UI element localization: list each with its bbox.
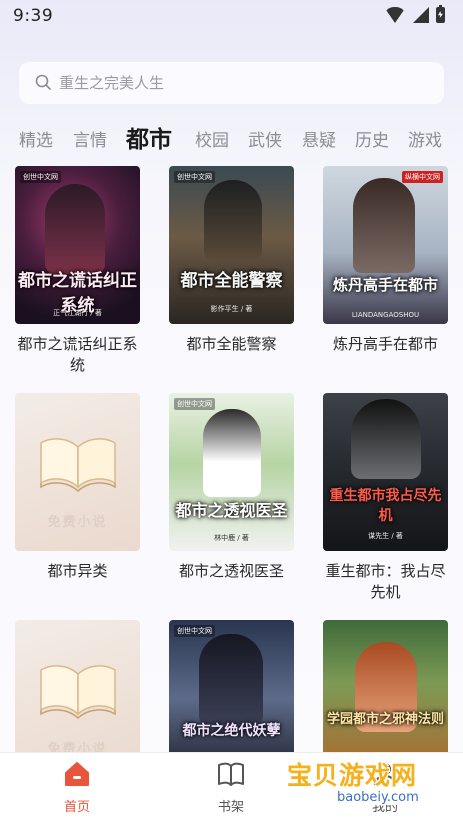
- tab-yanqing[interactable]: 言情: [73, 126, 107, 151]
- book-card[interactable]: 免费小说 都市异类: [15, 393, 140, 582]
- book-title: 都市之透视医圣: [178, 562, 284, 580]
- nav-bookshelf[interactable]: 书架: [191, 761, 271, 815]
- character-art: [45, 184, 105, 274]
- status-icons: [384, 5, 445, 23]
- tab-jingxuan[interactable]: 精选: [19, 126, 53, 151]
- book-card[interactable]: 创世中文网 都市之透视医圣 林中鹿 / 著 都市之透视医圣: [169, 393, 294, 582]
- character-art: [353, 178, 415, 273]
- tab-wuxia[interactable]: 武侠: [248, 126, 282, 151]
- book-title: 都市之谎话纠正系统: [17, 335, 138, 374]
- nav-bookshelf-label: 书架: [217, 800, 244, 815]
- tab-xuanyi[interactable]: 悬疑: [302, 126, 336, 151]
- book-title: 都市全能警察: [186, 335, 277, 353]
- search-bar[interactable]: [19, 62, 444, 104]
- book-cover-placeholder[interactable]: 免费小说: [15, 393, 140, 551]
- status-bar: 9:39: [0, 0, 463, 34]
- home-icon: [65, 762, 89, 786]
- search-icon: [35, 74, 51, 90]
- open-book-icon: [40, 665, 116, 720]
- publisher-tag: 创世中文网: [20, 171, 61, 183]
- cover-title: 都市全能警察: [180, 271, 283, 291]
- character-art: [203, 409, 261, 497]
- placeholder-label: 免费小说: [47, 515, 108, 530]
- publisher-tag: 创世中文网: [174, 171, 215, 183]
- nav-home[interactable]: 首页: [37, 761, 117, 815]
- book-title: 重生都市：我占尽先机: [325, 562, 446, 601]
- cover-author: 影作平生 / 著: [210, 305, 253, 313]
- character-art: [204, 180, 262, 260]
- book-card[interactable]: 创世中文网 都市之谎话纠正系统 正气江湖行 / 著 都市之谎话纠正系统: [15, 166, 140, 376]
- search-input[interactable]: [59, 62, 429, 104]
- tab-xiaoyuan[interactable]: 校园: [195, 126, 229, 151]
- watermark-title: 宝贝游戏网: [287, 761, 418, 790]
- cover-title: 炼丹高手在都市: [332, 276, 438, 294]
- publisher-tag: 创世中文网: [174, 625, 215, 637]
- status-time: 9:39: [13, 6, 54, 26]
- book-cover[interactable]: 重生都市我占尽先机 谋先生 / 著: [323, 393, 448, 551]
- book-cover[interactable]: 纵横中文网 炼丹高手在都市 LIANDANGAOSHOU: [323, 166, 448, 324]
- category-tabs: 精选 言情 都市 校园 武侠 悬疑 历史 游戏: [0, 118, 463, 158]
- book-title: 炼丹高手在都市: [332, 335, 438, 353]
- book-card[interactable]: 纵横中文网 炼丹高手在都市 LIANDANGAOSHOU 炼丹高手在都市: [323, 166, 448, 355]
- battery-icon: [436, 5, 445, 23]
- watermark-url: baobeiy.com: [333, 790, 423, 805]
- tab-lishi[interactable]: 历史: [355, 126, 389, 151]
- character-art: [199, 634, 263, 724]
- cover-title: 都市之透视医圣: [175, 501, 288, 520]
- cover-title: 学园都市之邪神法则: [326, 712, 444, 727]
- publisher-tag: 创世中文网: [174, 398, 215, 410]
- cover-title: 都市之绝代妖孽: [182, 723, 281, 739]
- cover-author: 正气江湖行 / 著: [53, 309, 102, 317]
- publisher-tag: 纵横中文网: [402, 171, 443, 183]
- book-card[interactable]: 创世中文网 都市全能警察 影作平生 / 著 都市全能警察: [169, 166, 294, 355]
- book-cover[interactable]: 创世中文网 都市全能警察 影作平生 / 著: [169, 166, 294, 324]
- open-book-icon: [40, 438, 116, 493]
- cover-author: 谋先生 / 著: [368, 532, 403, 540]
- book-card[interactable]: 重生都市我占尽先机 谋先生 / 著 重生都市：我占尽先机: [323, 393, 448, 603]
- character-art: [351, 399, 421, 479]
- book-cover[interactable]: 创世中文网 都市之谎话纠正系统 正气江湖行 / 著: [15, 166, 140, 324]
- book-cover[interactable]: 创世中文网 都市之透视医圣 林中鹿 / 著: [169, 393, 294, 551]
- cover-title: 重生都市我占尽先机: [329, 488, 442, 524]
- signal-icon: [413, 7, 429, 23]
- bookshelf-icon: [218, 762, 244, 786]
- wifi-icon: [384, 7, 406, 23]
- tab-youxi[interactable]: 游戏: [408, 126, 442, 151]
- cover-author: LIANDANGAOSHOU: [351, 311, 420, 319]
- nav-home-label: 首页: [63, 800, 90, 815]
- watermark: 宝贝游戏网 baobeiy.com: [287, 756, 437, 816]
- tab-dushi[interactable]: 都市: [126, 120, 172, 154]
- cover-author: 林中鹿 / 著: [214, 534, 249, 542]
- book-title: 都市异类: [47, 562, 108, 580]
